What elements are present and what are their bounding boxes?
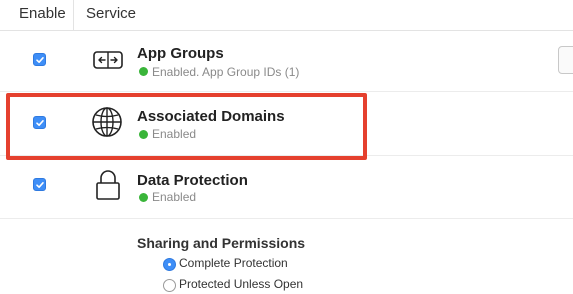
row-divider	[0, 218, 573, 219]
service-column-header: Service	[86, 5, 137, 22]
service-row-data-protection: Data Protection Enabled	[0, 156, 573, 218]
enabled-status-dot	[139, 67, 148, 76]
protected-unless-open-radio[interactable]	[163, 279, 176, 292]
highlight-annotation-box	[6, 93, 367, 160]
protected-unless-open-label[interactable]: Protected Unless Open	[179, 277, 303, 291]
enable-column-header: Enable	[19, 5, 66, 22]
app-groups-enable-checkbox[interactable]	[33, 53, 46, 66]
service-status: Enabled. App Group IDs (1)	[152, 65, 300, 79]
app-groups-icon	[93, 51, 123, 69]
lock-icon	[96, 170, 120, 200]
checkmark-icon	[36, 57, 44, 63]
app-groups-edit-button[interactable]	[558, 46, 573, 74]
services-table-header: Enable Service	[0, 0, 573, 31]
data-protection-enable-checkbox[interactable]	[33, 178, 46, 191]
service-status: Enabled	[152, 190, 197, 204]
complete-protection-label[interactable]: Complete Protection	[179, 256, 288, 270]
enabled-status-dot	[139, 193, 148, 202]
column-divider	[73, 0, 74, 30]
checkmark-icon	[36, 182, 44, 188]
complete-protection-radio[interactable]	[163, 258, 176, 271]
service-title: Data Protection	[137, 172, 248, 189]
service-row-app-groups: App Groups Enabled. App Group IDs (1)	[0, 31, 573, 91]
sharing-permissions-heading: Sharing and Permissions	[137, 235, 306, 251]
service-title: App Groups	[137, 45, 224, 62]
